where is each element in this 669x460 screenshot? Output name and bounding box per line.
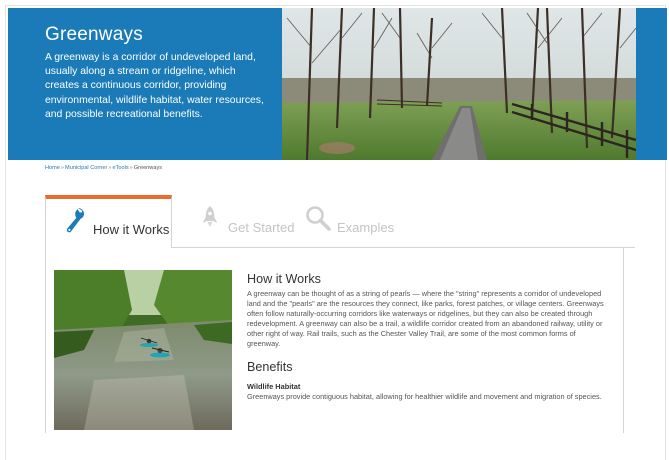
tab-get-started-label: Get Started — [228, 219, 295, 235]
hero-photo-greenway-path — [282, 8, 636, 160]
wrench-icon — [64, 207, 86, 233]
tab-how-it-works-label: How it Works — [93, 221, 170, 237]
rocket-icon — [199, 205, 221, 231]
tab-examples-label: Examples — [337, 219, 395, 235]
magnifier-icon — [304, 205, 332, 231]
breadcrumb: Home»Municipal Corner»eTools»Greenways — [45, 165, 162, 171]
page-title: Greenways — [45, 24, 143, 45]
breadcrumb-home-link[interactable]: Home — [45, 165, 60, 171]
kayakers-on-creek-photo — [54, 270, 232, 430]
hero-banner: Greenways A greenway is a corridor of un… — [8, 8, 667, 160]
breadcrumb-separator: » — [60, 165, 65, 171]
benefit-text: Greenways provide contiguous habitat, al… — [247, 392, 602, 401]
tab-how-it-works[interactable]: How it Works — [45, 195, 172, 248]
benefits-heading: Benefits — [247, 360, 293, 374]
breadcrumb-current: Greenways — [133, 165, 163, 171]
breadcrumb-separator: » — [129, 165, 133, 171]
tab-get-started[interactable]: Get Started — [195, 195, 294, 248]
breadcrumb-etools-link[interactable]: eTools — [112, 165, 128, 171]
how-it-works-heading: How it Works — [247, 272, 321, 286]
how-it-works-content: How it Works A greenway can be thought o… — [247, 272, 609, 402]
hero-description: A greenway is a corridor of undeveloped … — [45, 52, 264, 120]
breadcrumb-municipal-corner-link[interactable]: Municipal Corner — [65, 165, 107, 171]
breadcrumb-separator: » — [108, 165, 112, 171]
tab-bar: How it Works Get Started Examples — [45, 195, 635, 248]
benefit-title: Wildlife Habitat — [247, 382, 301, 391]
how-it-works-body: A greenway can be thought of as a string… — [247, 289, 604, 348]
tab-examples[interactable]: Examples — [304, 195, 394, 248]
